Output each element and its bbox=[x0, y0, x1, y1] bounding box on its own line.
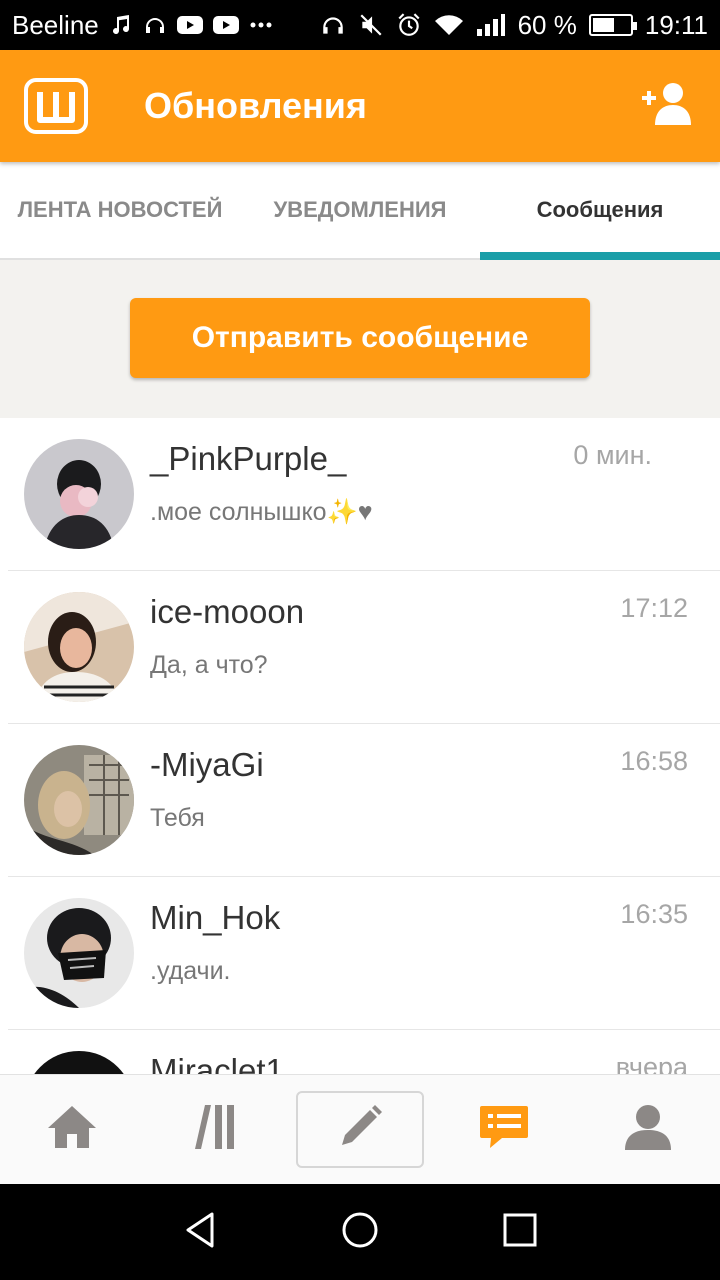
app-bar: Обновления bbox=[0, 50, 720, 162]
messages-icon bbox=[478, 1104, 530, 1155]
battery-percent: 60 % bbox=[517, 9, 577, 40]
wifi-icon bbox=[434, 13, 464, 37]
page-title: Обновления bbox=[144, 85, 367, 126]
message-time: 0 мин. bbox=[573, 440, 652, 470]
conversation-item[interactable]: -MiyaGi Тебя 16:58 bbox=[0, 724, 720, 877]
profile-icon bbox=[623, 1103, 673, 1156]
more-notifications-icon bbox=[249, 21, 273, 29]
mute-icon bbox=[358, 12, 384, 38]
library-icon bbox=[191, 1103, 241, 1156]
tab-label: Сообщения bbox=[536, 197, 664, 222]
nav-profile[interactable] bbox=[576, 1075, 720, 1184]
conversation-item[interactable]: _PinkPurple_ .мое солнышко✨♥ 0 мин. bbox=[0, 418, 720, 571]
youtube-icon bbox=[176, 15, 203, 35]
nav-home[interactable] bbox=[0, 1075, 144, 1184]
write-icon bbox=[336, 1103, 384, 1156]
battery-icon bbox=[588, 14, 637, 36]
tab-label: УВЕДОМЛЕНИЯ bbox=[273, 197, 447, 222]
add-user-icon bbox=[638, 81, 694, 132]
contact-name: Min_Hok bbox=[150, 899, 281, 936]
headphones-icon bbox=[320, 12, 346, 38]
avatar[interactable] bbox=[24, 745, 134, 855]
message-preview: Тебя bbox=[150, 804, 205, 832]
avatar[interactable] bbox=[24, 1051, 134, 1074]
conversation-list[interactable]: _PinkPurple_ .мое солнышко✨♥ 0 мин. ice-… bbox=[0, 418, 720, 1074]
add-user-button[interactable] bbox=[636, 76, 696, 136]
nav-write[interactable] bbox=[288, 1075, 432, 1184]
app-logo[interactable] bbox=[24, 78, 88, 134]
conversation-item[interactable]: ice-mooon Да, а что? 17:12 bbox=[0, 571, 720, 724]
music-note-icon bbox=[109, 13, 133, 37]
youtube-icon bbox=[212, 15, 239, 35]
signal-icon bbox=[476, 13, 506, 37]
message-preview: .мое солнышко✨♥ bbox=[150, 498, 373, 526]
home-circle-icon[interactable] bbox=[340, 1210, 380, 1255]
system-navigation-bar bbox=[0, 1184, 720, 1280]
contact-name: _PinkPurple_ bbox=[150, 440, 347, 477]
contact-name: -MiyaGi bbox=[150, 746, 264, 783]
message-preview: .удачи. bbox=[150, 957, 231, 985]
back-icon[interactable] bbox=[180, 1210, 220, 1255]
avatar[interactable] bbox=[24, 439, 134, 549]
tab-label: ЛЕНТА НОВОСТЕЙ bbox=[17, 197, 223, 222]
tab-news-feed[interactable]: ЛЕНТА НОВОСТЕЙ bbox=[0, 162, 240, 258]
avatar[interactable] bbox=[24, 592, 134, 702]
clock: 19:11 bbox=[644, 9, 708, 40]
headphones-icon bbox=[143, 13, 167, 37]
message-preview: Да, а что? bbox=[150, 651, 268, 679]
tab-messages[interactable]: Сообщения bbox=[480, 162, 720, 260]
message-time: 16:58 bbox=[620, 746, 688, 776]
status-bar: Beeline 60 % 19:11 bbox=[0, 0, 720, 50]
send-message-area: Отправить сообщение bbox=[0, 260, 720, 418]
alarm-clock-icon bbox=[396, 12, 422, 38]
conversation-item[interactable]: Min_Hok .удачи. 16:35 bbox=[0, 877, 720, 1030]
nav-library[interactable] bbox=[144, 1075, 288, 1184]
avatar[interactable] bbox=[24, 898, 134, 1008]
recent-apps-icon[interactable] bbox=[500, 1210, 540, 1255]
message-time: 16:35 bbox=[620, 899, 688, 929]
contact-name: ice-mooon bbox=[150, 593, 305, 630]
conversation-item[interactable]: Miraclet1 вчера bbox=[0, 1030, 720, 1074]
message-time: вчера bbox=[615, 1052, 688, 1074]
carrier-label: Beeline bbox=[12, 9, 99, 40]
contact-name: Miraclet1 bbox=[150, 1052, 284, 1074]
bottom-navigation bbox=[0, 1074, 720, 1184]
tab-notifications[interactable]: УВЕДОМЛЕНИЯ bbox=[240, 162, 480, 258]
send-message-button[interactable]: Отправить сообщение bbox=[130, 298, 590, 378]
nav-messages[interactable] bbox=[432, 1075, 576, 1184]
message-time: 17:12 bbox=[620, 593, 688, 623]
home-icon bbox=[46, 1104, 98, 1155]
tab-bar: ЛЕНТА НОВОСТЕЙ УВЕДОМЛЕНИЯ Сообщения bbox=[0, 162, 720, 260]
